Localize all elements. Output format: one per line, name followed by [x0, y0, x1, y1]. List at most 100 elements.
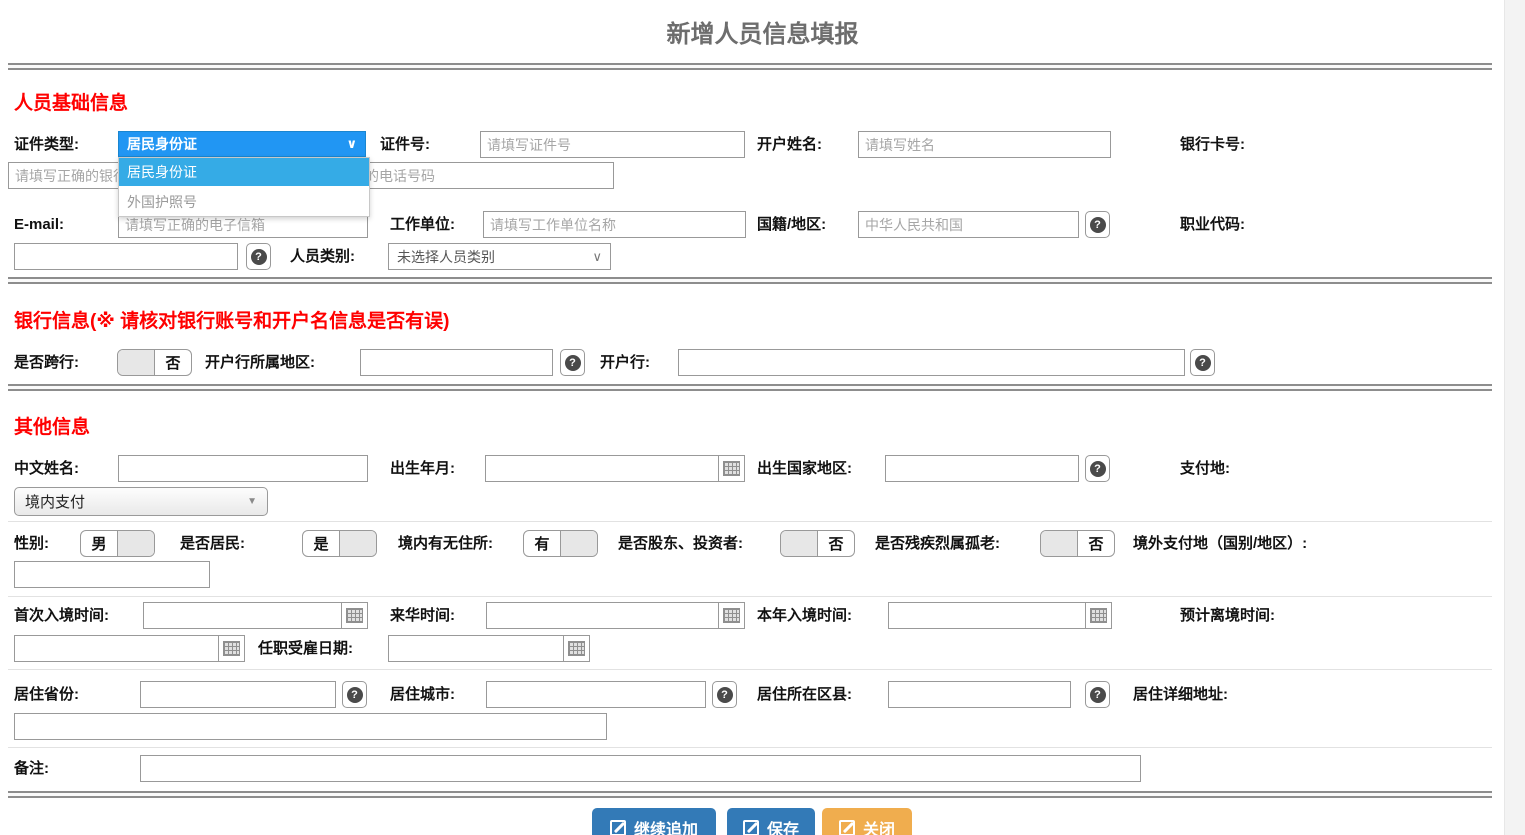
question-icon: ?	[1090, 217, 1106, 233]
question-icon: ?	[1090, 687, 1106, 703]
first-entry-input[interactable]	[144, 603, 341, 628]
birth-month-input[interactable]	[486, 456, 718, 481]
calendar-button[interactable]	[1085, 603, 1111, 628]
overseas-payment-input[interactable]	[14, 561, 210, 588]
close-button[interactable]: 关闭	[822, 808, 912, 835]
payment-place-label: 支付地:	[1180, 455, 1230, 482]
bank-name-help-button[interactable]: ?	[1190, 349, 1215, 376]
calendar-button[interactable]	[563, 636, 589, 661]
overseas-payment-label: 境外支付地（国别/地区）:	[1133, 530, 1307, 557]
question-icon: ?	[251, 249, 267, 265]
calendar-button[interactable]	[218, 636, 244, 661]
toggle-knob	[117, 531, 154, 556]
birth-country-input[interactable]	[885, 455, 1079, 482]
chevron-down-icon: ∨	[346, 136, 357, 152]
occupation-code-help-button[interactable]: ?	[246, 243, 271, 270]
year-entry-input[interactable]	[889, 603, 1085, 628]
calendar-button[interactable]	[718, 456, 744, 481]
account-name-input[interactable]	[858, 131, 1111, 158]
calendar-icon	[723, 461, 740, 476]
district-help-button[interactable]: ?	[1085, 681, 1110, 708]
toggle-knob	[781, 531, 817, 556]
person-category-select[interactable]: 未选择人员类别 ∨	[388, 243, 611, 270]
append-more-button[interactable]: 继续追加	[592, 808, 716, 835]
domestic-residence-toggle[interactable]: 有	[523, 530, 598, 557]
nationality-label: 国籍/地区:	[757, 211, 826, 238]
birth-month-label: 出生年月:	[390, 455, 455, 482]
calendar-button[interactable]	[718, 603, 744, 628]
section-divider	[8, 277, 1492, 284]
cert-type-option-id-card[interactable]: 居民身份证	[119, 158, 369, 187]
cert-type-select[interactable]: 居民身份证 ∨	[118, 131, 366, 157]
nationality-help-button[interactable]: ?	[1085, 211, 1110, 238]
province-input[interactable]	[140, 681, 336, 708]
is-shareholder-toggle[interactable]: 否	[780, 530, 855, 557]
is-disabled-martyr-toggle[interactable]: 否	[1040, 530, 1115, 557]
account-name-label: 开户姓名:	[757, 131, 822, 158]
row-divider	[8, 596, 1492, 597]
bank-name-input[interactable]	[678, 349, 1185, 376]
calendar-icon	[568, 641, 585, 656]
remarks-input[interactable]	[140, 755, 1141, 782]
cert-type-option-foreign-passport[interactable]: 外国护照号	[119, 187, 369, 216]
calendar-icon	[1090, 608, 1107, 623]
add-person-form: 新增人员信息填报 人员基础信息 证件类型: 居民身份证 ∨ 证件号: 开户姓名:…	[0, 0, 1525, 835]
question-icon: ?	[347, 687, 363, 703]
nationality-input[interactable]	[858, 211, 1079, 238]
bank-name-label: 开户行:	[600, 349, 650, 376]
toggle-knob	[1041, 531, 1077, 556]
birth-country-help-button[interactable]: ?	[1085, 455, 1110, 482]
city-input[interactable]	[486, 681, 706, 708]
employer-input[interactable]	[483, 211, 746, 238]
row-divider	[8, 521, 1492, 522]
chinese-name-input[interactable]	[118, 455, 368, 482]
bank-card-label: 银行卡号:	[1180, 131, 1245, 158]
domestic-residence-label: 境内有无住所:	[398, 530, 493, 557]
first-entry-date-field	[143, 602, 368, 629]
is-resident-label: 是否居民:	[180, 530, 245, 557]
toggle-knob	[339, 531, 376, 556]
departure-date-field	[14, 635, 245, 662]
employment-date-input[interactable]	[389, 636, 563, 661]
arrival-input[interactable]	[487, 603, 718, 628]
bank-area-input[interactable]	[360, 349, 553, 376]
toggle-value: 是	[303, 531, 339, 556]
province-help-button[interactable]: ?	[342, 681, 367, 708]
bank-area-label: 开户行所属地区:	[205, 349, 315, 376]
gender-label: 性别:	[14, 530, 49, 557]
person-category-label: 人员类别:	[290, 243, 355, 270]
save-button[interactable]: 保存	[727, 808, 815, 835]
address-label: 居住详细地址:	[1133, 681, 1228, 708]
year-entry-date-field	[888, 602, 1112, 629]
question-icon: ?	[1090, 461, 1106, 477]
section-divider	[8, 791, 1492, 798]
scrollbar-track[interactable]	[1504, 0, 1525, 835]
toggle-value: 有	[524, 531, 560, 556]
cross-bank-toggle[interactable]: 否	[117, 349, 192, 376]
cert-no-input[interactable]	[480, 131, 745, 158]
is-resident-toggle[interactable]: 是	[302, 530, 377, 557]
payment-place-select[interactable]: 境内支付 ▼	[14, 487, 268, 516]
triangle-down-icon: ▼	[247, 496, 257, 507]
toggle-value: 否	[817, 531, 854, 556]
first-entry-label: 首次入境时间:	[14, 602, 109, 629]
toggle-knob	[118, 350, 154, 375]
gender-toggle[interactable]: 男	[80, 530, 155, 557]
cert-type-label: 证件类型:	[14, 131, 79, 158]
question-icon: ?	[717, 687, 733, 703]
calendar-button[interactable]	[341, 603, 367, 628]
birth-month-date-field	[485, 455, 745, 482]
toggle-value: 否	[154, 350, 191, 375]
bank-area-help-button[interactable]: ?	[560, 349, 585, 376]
arrival-label: 来华时间:	[390, 602, 455, 629]
district-input[interactable]	[888, 681, 1071, 708]
chevron-down-icon: ∨	[592, 249, 602, 265]
is-disabled-martyr-label: 是否残疾烈属孤老:	[875, 530, 1000, 557]
address-input[interactable]	[14, 713, 607, 740]
other-info-heading: 其他信息	[14, 412, 90, 439]
occupation-code-input[interactable]	[14, 243, 238, 270]
is-shareholder-label: 是否股东、投资者:	[618, 530, 743, 557]
departure-input[interactable]	[15, 636, 218, 661]
section-divider	[8, 384, 1492, 391]
city-help-button[interactable]: ?	[712, 681, 737, 708]
